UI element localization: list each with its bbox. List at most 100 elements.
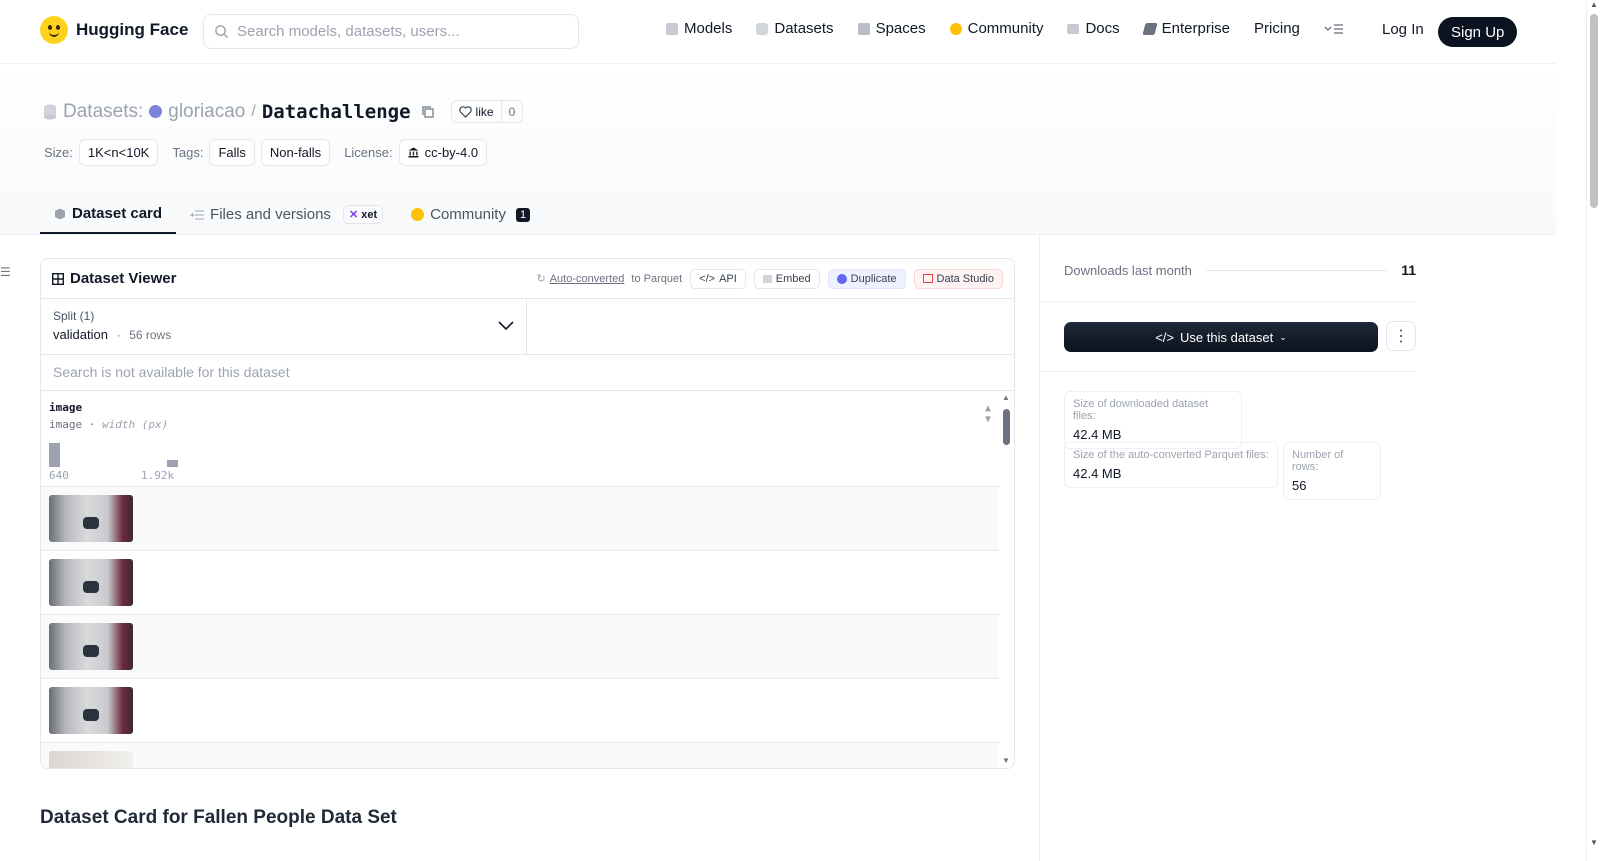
right-sidebar: Downloads last month 11 </> Use this dat… bbox=[1039, 235, 1556, 861]
menu-icon bbox=[1324, 23, 1343, 34]
tab-files-and-versions[interactable]: Files and versions ✕ xet bbox=[176, 195, 397, 234]
auto-converted-note[interactable]: ↻ Auto-converted to Parquet bbox=[536, 272, 683, 286]
signup-button[interactable]: Sign Up bbox=[1438, 17, 1518, 47]
image-thumbnail[interactable] bbox=[49, 559, 133, 606]
like-button[interactable]: like 0 bbox=[450, 100, 524, 123]
table-row[interactable] bbox=[41, 743, 999, 768]
license-tag[interactable]: cc-by-4.0 bbox=[398, 139, 488, 166]
downloads-value: 11 bbox=[1401, 262, 1416, 278]
width-histogram bbox=[49, 441, 184, 467]
size-tag[interactable]: 1K<n<10K bbox=[78, 139, 159, 166]
divider bbox=[1040, 371, 1416, 372]
split-selector[interactable]: Split (1) validation · 56 rows bbox=[41, 299, 527, 354]
downloads-stat: Downloads last month 11 bbox=[1064, 262, 1416, 278]
image-thumbnail[interactable] bbox=[49, 751, 133, 768]
nav-more-menu[interactable] bbox=[1324, 22, 1344, 36]
api-button[interactable]: </> API bbox=[690, 268, 746, 289]
column-name: image bbox=[49, 401, 83, 414]
community-count-badge: 1 bbox=[515, 207, 531, 222]
parquet-size-stat: Size of the auto-converted Parquet files… bbox=[1064, 442, 1278, 488]
docs-icon bbox=[1067, 23, 1080, 34]
code-icon: </> bbox=[699, 272, 716, 285]
table-icon bbox=[52, 272, 64, 285]
nav-community[interactable]: Community bbox=[949, 20, 1043, 37]
tab-dataset-card[interactable]: Dataset card bbox=[40, 195, 177, 234]
scroll-up-icon[interactable]: ▲ bbox=[1002, 393, 1010, 402]
divider bbox=[1040, 301, 1416, 302]
refresh-icon: ↻ bbox=[536, 273, 546, 285]
owner-avatar bbox=[149, 105, 163, 118]
table-row[interactable] bbox=[41, 615, 999, 679]
like-count: 0 bbox=[500, 101, 523, 122]
scroll-down-icon[interactable]: ▼ bbox=[1002, 756, 1010, 765]
downloads-sparkline bbox=[1205, 269, 1388, 271]
brand-name: Hugging Face bbox=[76, 20, 189, 39]
image-thumbnail[interactable] bbox=[49, 687, 133, 734]
scroll-thumb[interactable] bbox=[1003, 409, 1010, 445]
nav-datasets[interactable]: Datasets bbox=[756, 20, 834, 37]
tag-falls[interactable]: Falls bbox=[209, 139, 255, 166]
owner-link[interactable]: gloriacao bbox=[168, 101, 245, 123]
login-link[interactable]: Log In bbox=[1382, 21, 1424, 38]
embed-icon bbox=[762, 274, 772, 283]
top-navbar: Hugging Face Models Datasets Spaces Comm… bbox=[0, 0, 1556, 64]
main-nav: Models Datasets Spaces Community Docs En… bbox=[666, 20, 1344, 37]
dataset-card-icon bbox=[55, 208, 65, 219]
downloads-label: Downloads last month bbox=[1064, 262, 1192, 278]
models-icon bbox=[666, 22, 678, 35]
xet-badge: ✕ xet bbox=[342, 205, 384, 224]
copy-icon[interactable] bbox=[421, 105, 435, 119]
scroll-down-icon[interactable]: ▼ bbox=[1590, 838, 1598, 847]
code-icon: </> bbox=[1155, 329, 1175, 345]
toc-toggle-icon[interactable]: ☰ bbox=[0, 265, 11, 279]
page-scrollbar[interactable]: ▲ ▼ bbox=[1586, 0, 1600, 861]
community-icon bbox=[411, 208, 425, 221]
dataset-viewer: Dataset Viewer ↻ Auto-converted to Parqu… bbox=[40, 258, 1015, 769]
tags-row: Size: 1K<n<10K Tags: Falls Non-falls Lic… bbox=[44, 139, 488, 166]
search-input[interactable] bbox=[237, 23, 557, 40]
histogram-bar[interactable] bbox=[49, 443, 60, 467]
brand-logo[interactable]: Hugging Face bbox=[40, 16, 188, 44]
duplicate-button[interactable]: Duplicate bbox=[827, 268, 906, 289]
column-header-image[interactable]: image image · width (px) 640 1.92k ▲ ▼ bbox=[41, 391, 999, 487]
dataset-icon bbox=[44, 104, 56, 119]
chevron-down-icon: ⌄ bbox=[1279, 331, 1287, 342]
nav-spaces[interactable]: Spaces bbox=[857, 20, 926, 37]
histogram-bar[interactable] bbox=[167, 460, 178, 467]
use-this-dataset-button[interactable]: </> Use this dataset ⌄ bbox=[1064, 322, 1378, 352]
image-thumbnail[interactable] bbox=[49, 623, 133, 670]
split-row: Split (1) validation · 56 rows bbox=[41, 299, 1014, 355]
nav-models[interactable]: Models bbox=[666, 20, 732, 37]
viewer-header: Dataset Viewer ↻ Auto-converted to Parqu… bbox=[41, 259, 1014, 299]
global-search[interactable] bbox=[203, 14, 579, 49]
viewer-tools: ↻ Auto-converted to Parquet </> API Embed… bbox=[536, 268, 1003, 289]
embed-button[interactable]: Embed bbox=[753, 268, 820, 289]
table-row[interactable] bbox=[41, 487, 999, 551]
image-thumbnail[interactable] bbox=[49, 495, 133, 542]
dataset-name[interactable]: Datachallenge bbox=[262, 101, 411, 123]
nav-enterprise[interactable]: Enterprise bbox=[1142, 20, 1230, 37]
hugging-face-logo-icon bbox=[40, 16, 68, 44]
section-label[interactable]: Datasets: bbox=[63, 101, 143, 123]
tag-non-falls[interactable]: Non-falls bbox=[260, 139, 331, 166]
nav-docs[interactable]: Docs bbox=[1067, 20, 1120, 37]
sort-icon[interactable]: ▲ ▼ bbox=[985, 403, 991, 425]
files-icon bbox=[190, 210, 205, 219]
spaces-icon bbox=[857, 22, 870, 35]
data-studio-button[interactable]: Data Studio bbox=[913, 268, 1003, 289]
datasets-icon bbox=[756, 22, 769, 35]
enterprise-icon bbox=[1142, 22, 1158, 35]
viewer-scrollbar[interactable]: ▲ ▼ bbox=[1001, 393, 1011, 765]
dataset-tabs: Dataset card Files and versions ✕ xet Co… bbox=[40, 195, 544, 234]
community-icon bbox=[949, 22, 962, 35]
page-scroll-thumb[interactable] bbox=[1590, 14, 1598, 208]
nav-pricing[interactable]: Pricing bbox=[1254, 20, 1300, 37]
histogram-max-label: 1.92k bbox=[141, 469, 175, 482]
scroll-up-icon[interactable]: ▲ bbox=[1590, 0, 1598, 9]
table-row[interactable] bbox=[41, 679, 999, 743]
split-label: Split (1) bbox=[53, 309, 95, 323]
histogram-min-label: 640 bbox=[49, 469, 69, 482]
tab-community[interactable]: Community 1 bbox=[397, 195, 544, 234]
table-row[interactable] bbox=[41, 551, 999, 615]
more-options-button[interactable]: ⋮ bbox=[1386, 321, 1416, 351]
